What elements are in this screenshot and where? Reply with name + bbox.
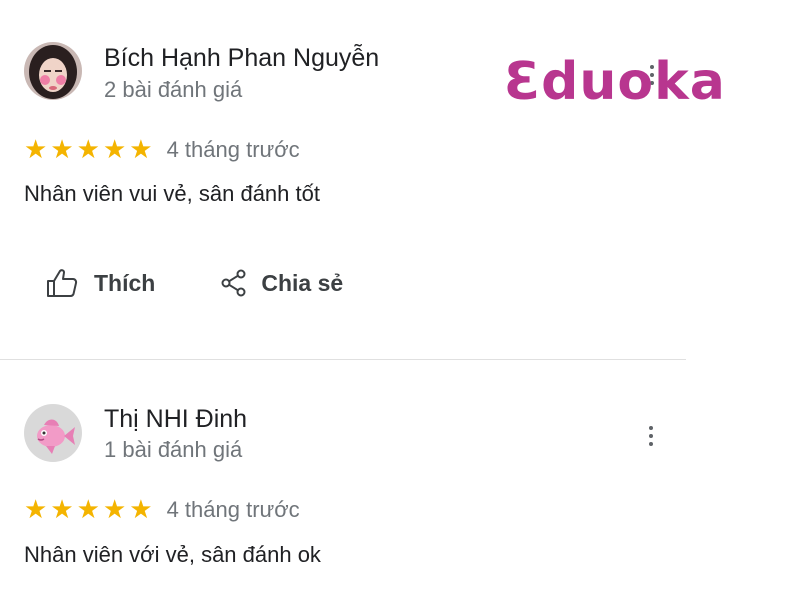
review-card: Thị NHI Đinh 1 bài đánh giá ★ ★ ★ ★ ★ 4 …	[0, 361, 686, 600]
avatar[interactable]	[24, 42, 82, 100]
author-review-count[interactable]: 2 bài đánh giá	[104, 77, 242, 103]
rating-row: ★ ★ ★ ★ ★ 4 tháng trước	[24, 496, 300, 524]
share-label: Chia sẻ	[261, 269, 344, 296]
more-options-button[interactable]	[639, 421, 663, 451]
author-name[interactable]: Thị NHI Đinh	[104, 405, 247, 434]
review-text: Nhân viên với vẻ, sân đánh ok	[24, 542, 321, 567]
more-dot-icon	[649, 442, 653, 446]
review-date: 4 tháng trước	[166, 137, 300, 162]
share-button[interactable]: Chia sẻ	[221, 266, 343, 300]
star-icon: ★	[50, 495, 74, 525]
star-icon: ★	[102, 495, 127, 525]
avatar[interactable]	[24, 404, 82, 462]
star-icon: ★	[76, 135, 100, 165]
review-divider	[0, 359, 686, 360]
star-icon: ★	[76, 495, 100, 525]
review-date: 4 tháng trước	[166, 497, 300, 522]
more-dot-icon	[649, 426, 653, 430]
star-icon: ★	[129, 495, 153, 525]
like-button[interactable]: Thích	[46, 266, 155, 300]
eduoka-watermark-logo: Ɛduoka	[504, 52, 726, 112]
star-icon: ★	[50, 135, 74, 165]
thumbs-up-icon	[47, 269, 78, 297]
like-label: Thích	[94, 269, 156, 296]
star-rating: ★ ★ ★ ★ ★	[24, 497, 153, 523]
avatar-fish-image	[24, 404, 82, 462]
review-text: Nhân viên vui vẻ, sân đánh tốt	[24, 181, 320, 206]
reviews-page: Bích Hạnh Phan Nguyễn 2 bài đánh giá ★ ★…	[0, 0, 800, 600]
author-review-count[interactable]: 1 bài đánh giá	[104, 437, 242, 463]
review-actions: Thích Chia sẻ	[46, 266, 343, 300]
rating-row: ★ ★ ★ ★ ★ 4 tháng trước	[24, 136, 300, 164]
author-name[interactable]: Bích Hạnh Phan Nguyễn	[104, 44, 379, 73]
more-dot-icon	[649, 434, 653, 438]
share-icon	[221, 269, 246, 297]
star-icon: ★	[24, 135, 48, 165]
star-rating: ★ ★ ★ ★ ★	[24, 137, 153, 163]
star-icon: ★	[102, 135, 127, 165]
star-icon: ★	[24, 495, 48, 525]
avatar-photo	[24, 42, 82, 100]
star-icon: ★	[129, 135, 153, 165]
